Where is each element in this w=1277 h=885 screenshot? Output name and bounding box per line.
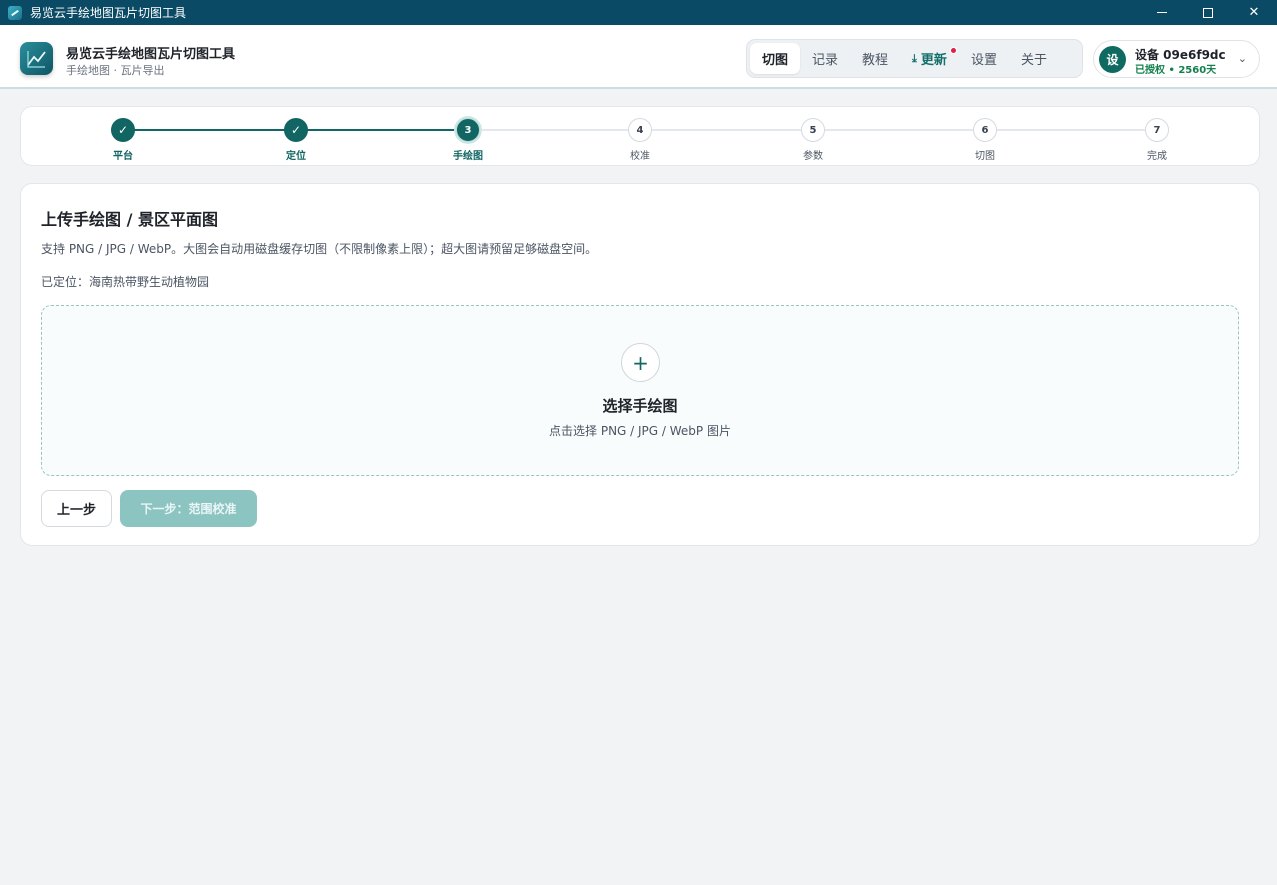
- progress-stepper: ✓ 平台 ✓ 定位 3 手绘图 4 校准 5 参数 6 切图 7 完成: [20, 106, 1260, 166]
- window-controls: ✕: [1139, 0, 1277, 25]
- close-icon: ✕: [1248, 5, 1260, 20]
- step-number: 4: [628, 118, 652, 142]
- step-label: 完成: [1147, 151, 1167, 162]
- prev-step-button[interactable]: 上一步: [41, 490, 112, 527]
- check-icon: ✓: [111, 118, 135, 142]
- device-menu[interactable]: 设 设备 09e6f9dc 已授权 • 2560天 ⌄: [1093, 40, 1260, 78]
- step-label: 平台: [113, 151, 133, 162]
- plus-icon[interactable]: +: [621, 343, 660, 382]
- app-name: 易览云手绘地图瓦片切图工具: [66, 47, 236, 62]
- step-calibrate: 4 校准: [600, 118, 680, 162]
- app-logo-icon: [20, 42, 53, 75]
- app-icon: [8, 5, 22, 20]
- nav-tab-update[interactable]: ⤓ 更新: [900, 43, 959, 74]
- nav-tab-label: 教程: [862, 53, 889, 68]
- step-label: 校准: [630, 151, 650, 162]
- step-label: 切图: [975, 151, 995, 162]
- nav-tab-tutorial[interactable]: 教程: [850, 43, 900, 74]
- step-number: 5: [801, 118, 825, 142]
- dropzone-title: 选择手绘图: [602, 397, 678, 415]
- file-dropzone[interactable]: + 选择手绘图 点击选择 PNG / JPG / WebP 图片: [41, 305, 1239, 476]
- step-label: 手绘图: [453, 151, 483, 162]
- step-number: 3: [456, 118, 480, 142]
- step-number: 6: [973, 118, 997, 142]
- app-header: 易览云手绘地图瓦片切图工具 手绘地图 · 瓦片导出 切图 记录 教程 ⤓ 更新 …: [0, 25, 1277, 89]
- maximize-button[interactable]: [1185, 0, 1231, 25]
- close-button[interactable]: ✕: [1231, 0, 1277, 25]
- step-locate: ✓ 定位: [256, 118, 336, 162]
- device-status: 已授权 • 2560天: [1135, 65, 1217, 76]
- nav-tab-slice[interactable]: 切图: [750, 43, 801, 74]
- minimize-icon: [1157, 12, 1167, 13]
- step-params: 5 参数: [773, 118, 853, 162]
- update-badge: [949, 47, 957, 54]
- step-label: 定位: [286, 151, 306, 162]
- step-number: 7: [1145, 118, 1169, 142]
- maximize-icon: [1203, 7, 1213, 18]
- nav-tab-label: 设置: [970, 53, 997, 68]
- nav-tab-records[interactable]: 记录: [800, 43, 850, 74]
- next-step-button[interactable]: 下一步：范围校准: [120, 490, 257, 527]
- nav-tab-settings[interactable]: 设置: [959, 43, 1009, 74]
- nav-tab-about[interactable]: 关于: [1009, 43, 1059, 74]
- dropzone-hint: 点击选择 PNG / JPG / WebP 图片: [549, 424, 731, 438]
- located-text: 已定位：海南热带野生动植物园: [41, 275, 210, 289]
- nav-tab-label: 记录: [812, 53, 839, 68]
- nav-tab-label: 更新: [920, 53, 947, 68]
- step-platform: ✓ 平台: [83, 118, 163, 162]
- minimize-button[interactable]: [1139, 0, 1185, 25]
- upload-description: 支持 PNG / JPG / WebP。大图会自动用磁盘缓存切图（不限制像素上限…: [41, 242, 598, 256]
- app-subtitle: 手绘地图 · 瓦片导出: [66, 64, 165, 77]
- step-finish: 7 完成: [1117, 118, 1197, 162]
- nav-tab-label: 关于: [1020, 53, 1047, 68]
- window-title: 易览云手绘地图瓦片切图工具: [30, 6, 187, 20]
- avatar: 设: [1099, 46, 1126, 73]
- chevron-down-icon: ⌄: [1237, 52, 1247, 65]
- download-icon: ⤓: [912, 51, 917, 65]
- main-nav: 切图 记录 教程 ⤓ 更新 设置 关于: [746, 39, 1083, 78]
- nav-tab-label: 切图: [762, 53, 789, 68]
- window-titlebar: 易览云手绘地图瓦片切图工具 ✕: [0, 0, 1277, 25]
- check-icon: ✓: [284, 118, 308, 142]
- step-slice: 6 切图: [945, 118, 1025, 162]
- step-handdrawn: 3 手绘图: [428, 118, 508, 162]
- step-label: 参数: [803, 151, 823, 162]
- upload-card: 上传手绘图 / 景区平面图 支持 PNG / JPG / WebP。大图会自动用…: [20, 183, 1260, 546]
- page-title: 上传手绘图 / 景区平面图: [41, 210, 218, 229]
